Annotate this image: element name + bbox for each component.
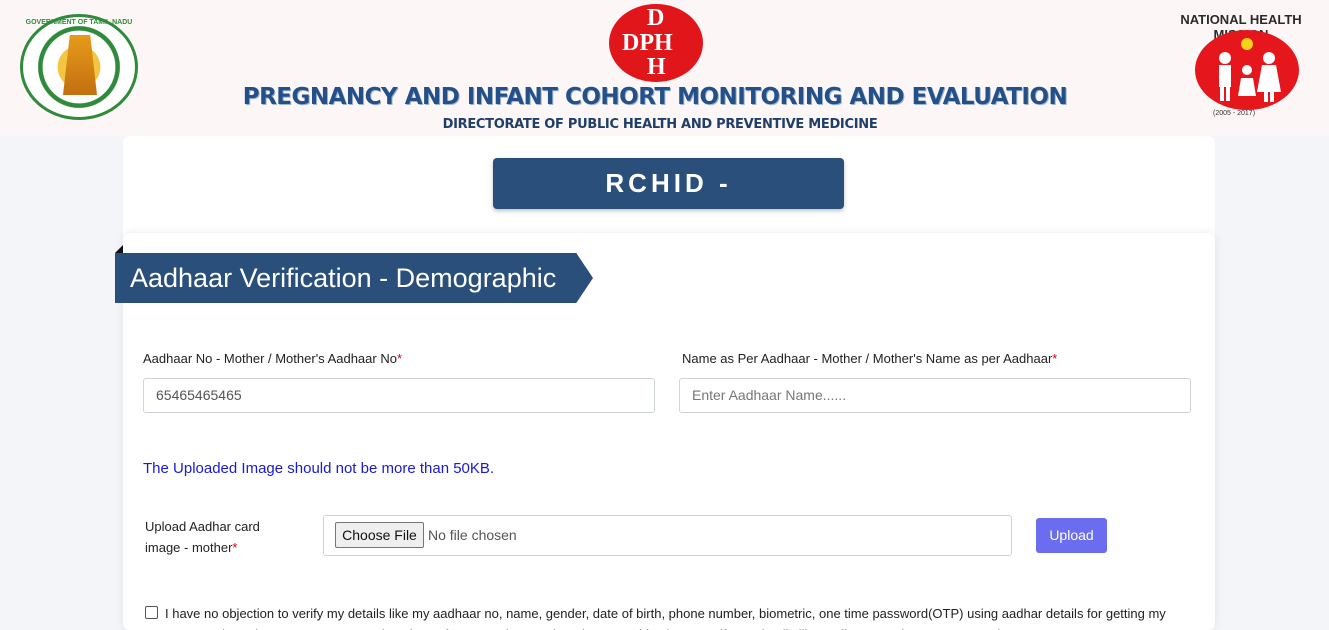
aadhaar-no-input[interactable]: 65465465465 (143, 378, 655, 413)
nhm-family-icon (1195, 30, 1299, 110)
dph-logo-letter-bottom: H (647, 54, 666, 80)
required-marker: * (232, 540, 238, 555)
dph-logo-letter-middle: DPH (622, 30, 673, 56)
banner-subtitle: DIRECTORATE OF PUBLIC HEALTH AND PREVENT… (442, 117, 878, 132)
section-ribbon-title: Aadhaar Verification - Demographic (115, 253, 593, 303)
family-figures-icon (1219, 38, 1281, 102)
national-health-mission-logo-icon: NATIONAL HEALTH MISSION (2005 - 2017) (1165, 12, 1317, 124)
aadhaar-no-value: 65465465465 (156, 387, 242, 403)
ribbon-fold (115, 245, 123, 253)
file-input[interactable] (323, 515, 1012, 556)
emblem-text: GOVERNMENT OF TAMIL NADU (25, 19, 133, 26)
aadhaar-name-placeholder: Enter Aadhaar Name...... (692, 387, 847, 403)
dph-logo-icon: D DPH H (609, 4, 703, 82)
dph-logo-letter-top: D (647, 5, 665, 31)
choose-file-button[interactable]: Choose File (335, 522, 424, 548)
upload-size-note: The Uploaded Image should not be more th… (143, 460, 495, 477)
page-title: RCHID - REGISTRATION (493, 158, 844, 249)
header-banner: GOVERNMENT OF TAMIL NADU D DPH H PREGNAN… (0, 0, 1329, 136)
consent-text: I have no objection to verify my details… (165, 606, 1166, 630)
required-marker: * (396, 351, 403, 366)
required-marker: * (1052, 351, 1058, 366)
nhm-years: (2005 - 2017) (1213, 110, 1256, 117)
aadhaar-no-label: Aadhaar No - Mother / Mother's Aadhaar N… (143, 351, 402, 366)
upload-button[interactable]: Upload (1036, 518, 1107, 553)
aadhaar-name-label: Name as Per Aadhaar - Mother / Mother's … (682, 351, 1057, 366)
upload-aadhar-label: Upload Aadhar card image - mother* (145, 516, 305, 558)
aadhaar-no-label-text: Aadhaar No - Mother / Mother's Aadhaar N… (143, 351, 397, 366)
aadhaar-name-label-text: Name as Per Aadhaar - Mother / Mother's … (682, 351, 1053, 366)
aadhaar-name-input[interactable]: Enter Aadhaar Name...... (679, 378, 1191, 413)
file-status-text: No file chosen (428, 527, 517, 543)
consent-checkbox[interactable] (145, 606, 158, 619)
upload-label-line1: Upload Aadhar card (145, 519, 260, 534)
banner-title: PREGNANCY AND INFANT COHORT MONITORING A… (242, 84, 1068, 110)
upload-label-line2: image - mother (145, 540, 233, 555)
